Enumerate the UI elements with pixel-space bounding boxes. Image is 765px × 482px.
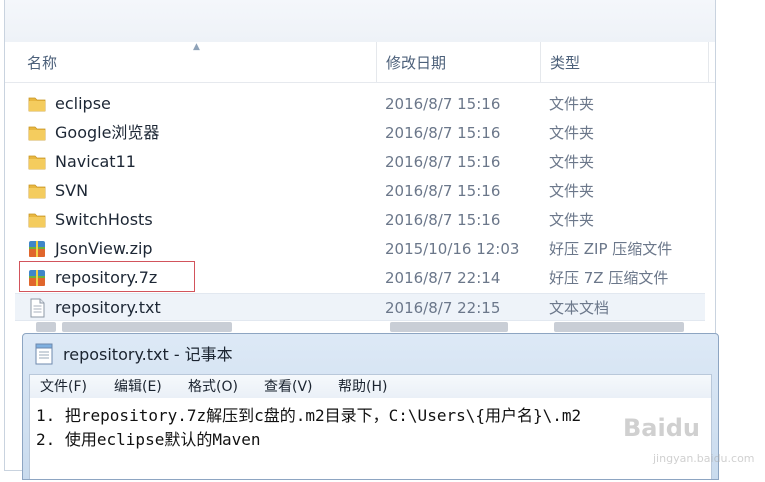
file-name: SVN (55, 181, 89, 200)
file-type: 好压 ZIP 压缩文件 (549, 240, 673, 258)
text-file-icon (30, 298, 45, 318)
column-header-date[interactable]: 修改日期 (386, 42, 446, 82)
file-date: 2015/10/16 12:03 (385, 240, 520, 258)
column-header-type[interactable]: 类型 (550, 42, 580, 82)
file-type: 文件夹 (549, 124, 595, 142)
column-divider[interactable] (540, 42, 541, 82)
file-row[interactable]: JsonView.zip 2015/10/16 12:03 好压 ZIP 压缩文… (15, 235, 705, 263)
folder-icon (28, 126, 46, 141)
file-date: 2016/8/7 15:16 (385, 95, 501, 113)
file-row[interactable]: SwitchHosts 2016/8/7 15:16 文件夹 (15, 206, 705, 234)
file-name: Navicat11 (55, 152, 136, 171)
folder-icon (28, 97, 46, 112)
file-type: 文件夹 (549, 182, 595, 200)
file-name: SwitchHosts (55, 210, 153, 229)
notepad-text-area[interactable]: 1. 把repository.7z解压到c盘的.m2目录下，C:\Users\{… (29, 398, 712, 479)
page-margin (720, 0, 765, 482)
file-row[interactable]: Google浏览器 2016/8/7 15:16 文件夹 (15, 119, 705, 147)
menu-file[interactable]: 文件(F) (40, 375, 87, 399)
folder-icon (28, 184, 46, 199)
folder-icon (28, 213, 46, 228)
column-divider[interactable] (376, 42, 377, 82)
text-line: 1. 把repository.7z解压到c盘的.m2目录下，C:\Users\{… (36, 406, 582, 425)
watermark-brand: Baidu (623, 414, 700, 442)
explorer-toolbar-area (5, 0, 715, 43)
column-divider[interactable] (708, 42, 709, 82)
column-header-name[interactable]: 名称 (27, 42, 57, 82)
file-date: 2016/8/7 15:16 (385, 124, 501, 142)
folder-icon (28, 155, 46, 170)
file-type: 文件夹 (549, 153, 595, 171)
notepad-menu-bar: 文件(F) 编辑(E) 格式(O) 查看(V) 帮助(H) (29, 374, 712, 398)
archive-icon (29, 241, 45, 257)
file-type: 文件夹 (549, 95, 595, 113)
menu-view[interactable]: 查看(V) (264, 375, 313, 399)
file-row[interactable]: eclipse 2016/8/7 15:16 文件夹 (15, 90, 705, 118)
file-row[interactable]: repository.txt 2016/8/7 22:15 文本文档 (15, 293, 705, 321)
file-name: repository.txt (55, 298, 161, 317)
notepad-title: repository.txt - 记事本 (63, 345, 233, 364)
file-type: 好压 7Z 压缩文件 (549, 269, 669, 287)
notepad-window: repository.txt - 记事本 文件(F) 编辑(E) 格式(O) 查… (22, 333, 719, 480)
file-date: 2016/8/7 15:16 (385, 153, 501, 171)
file-row[interactable]: Navicat11 2016/8/7 15:16 文件夹 (15, 148, 705, 176)
file-date: 2016/8/7 22:15 (385, 299, 501, 317)
file-row-partially-hidden[interactable] (32, 322, 712, 332)
file-date: 2016/8/7 15:16 (385, 182, 501, 200)
notepad-icon (35, 343, 53, 365)
menu-format[interactable]: 格式(O) (188, 375, 238, 399)
annotation-highlight-box (19, 261, 195, 292)
menu-edit[interactable]: 编辑(E) (114, 375, 162, 399)
file-date: 2016/8/7 22:14 (385, 269, 501, 287)
text-line: 2. 使用eclipse默认的Maven (36, 430, 261, 449)
file-name: eclipse (55, 94, 111, 113)
file-name: JsonView.zip (55, 239, 153, 258)
file-row[interactable]: SVN 2016/8/7 15:16 文件夹 (15, 177, 705, 205)
file-name: Google浏览器 (55, 123, 160, 142)
sort-ascending-icon: ▲ (193, 42, 200, 52)
file-date: 2016/8/7 15:16 (385, 211, 501, 229)
column-header-bar: 名称 修改日期 类型 (5, 42, 715, 83)
file-type: 文件夹 (549, 211, 595, 229)
menu-help[interactable]: 帮助(H) (338, 375, 387, 399)
file-type: 文本文档 (549, 299, 610, 317)
baidu-watermark: Baidu jingyan.baidu.com (623, 414, 755, 480)
watermark-site: jingyan.baidu.com (653, 452, 755, 465)
